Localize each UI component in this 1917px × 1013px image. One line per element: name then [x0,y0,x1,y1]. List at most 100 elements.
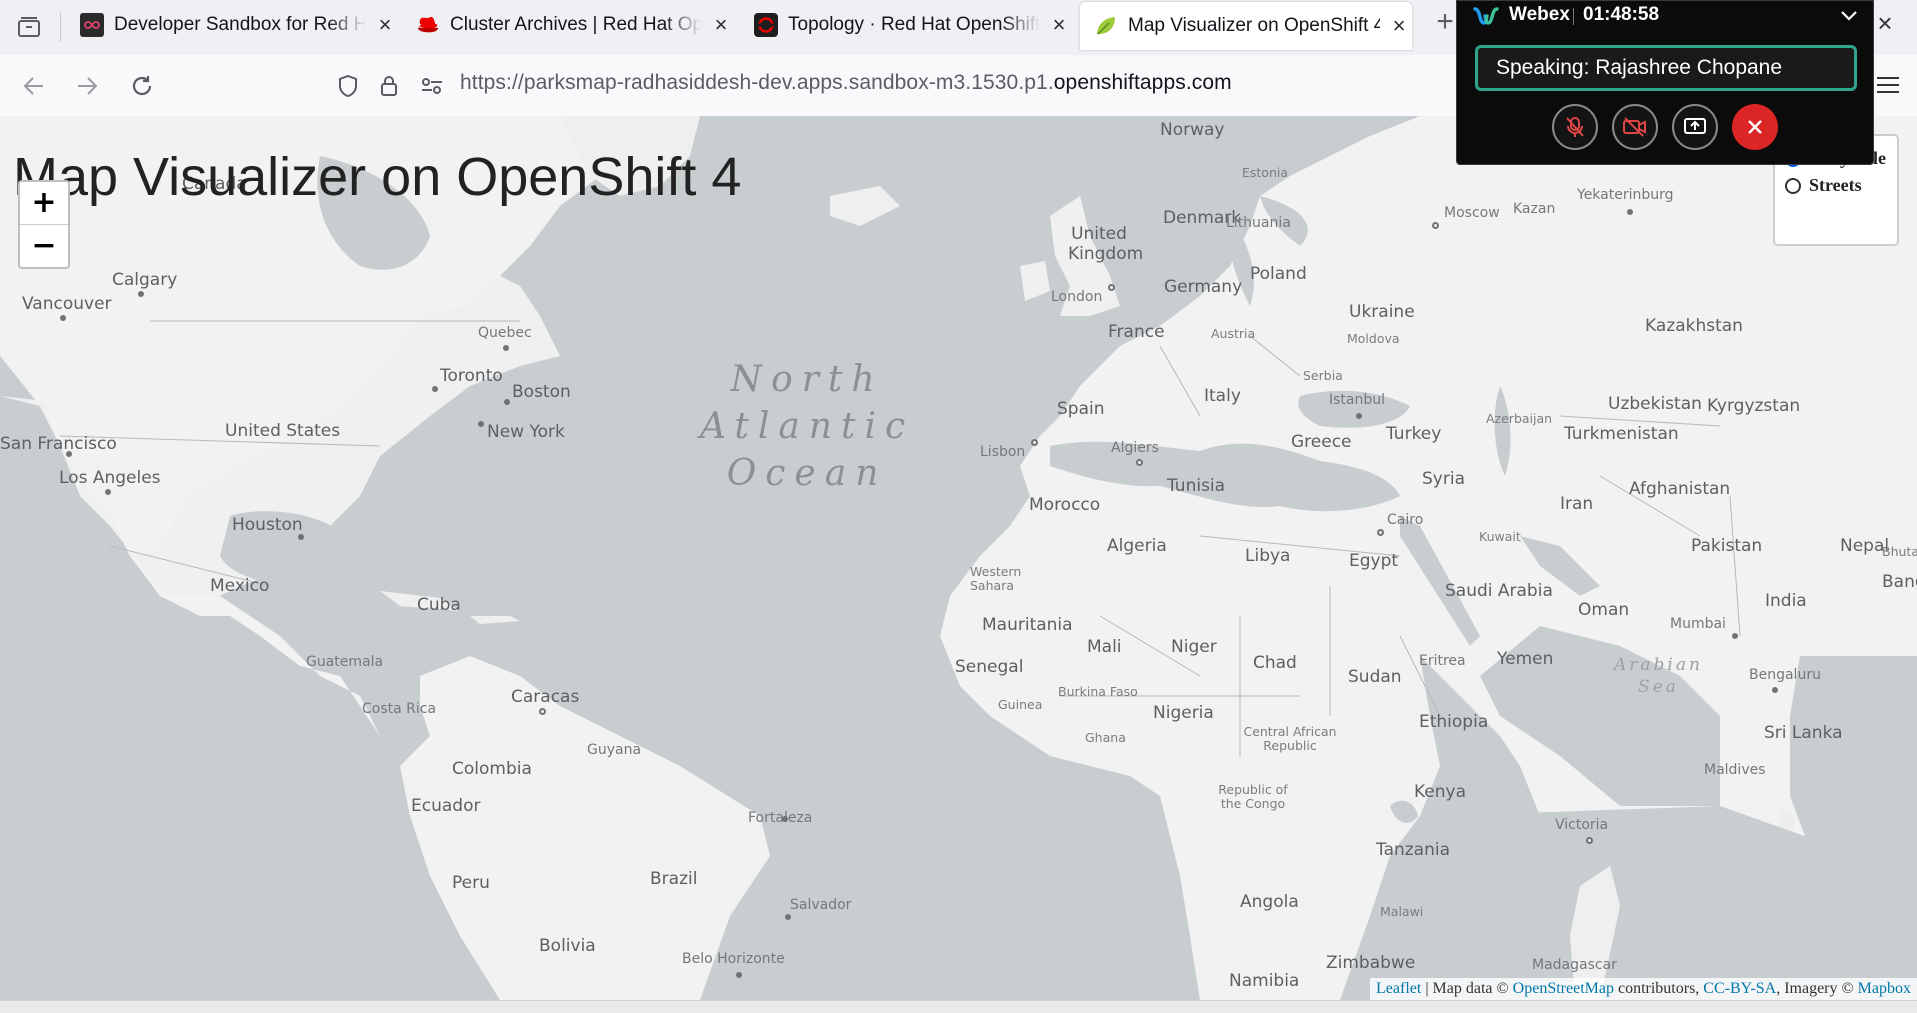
place-label: Yekaterinburg [1577,187,1674,203]
url-prefix: https://parksmap-radhasiddesh-dev.apps.s… [460,71,1054,94]
bottom-status-strip [0,1000,1917,1013]
place-label: Zimbabwe [1326,953,1416,973]
place-label: Moscow [1444,205,1500,221]
place-label: Ecuador [411,796,481,816]
url-bar[interactable]: https://parksmap-radhasiddesh-dev.apps.s… [460,71,1232,95]
capital-marker [1031,439,1038,446]
place-label: Bolivia [539,936,596,956]
tab-map-visualizer[interactable]: Map Visualizer on OpenShift 4 × [1080,2,1412,50]
city-marker [736,972,742,978]
tab-list-icon[interactable] [10,9,48,45]
webex-logo-icon [1473,7,1499,25]
close-icon[interactable]: × [374,12,396,37]
ocean-label-line: North [730,359,884,400]
city-marker [1356,413,1362,419]
close-icon[interactable]: × [1048,12,1070,37]
ocean-label-line: Ocean [726,453,888,494]
video-button[interactable] [1612,104,1658,150]
tab-separator [60,12,61,42]
map-attribution: Leaflet | Map data © OpenStreetMap contr… [1370,978,1917,1000]
call-timer: 01:48:58 [1583,4,1660,25]
capital-marker [539,708,546,715]
sea-label: Arabian Sea [1614,654,1703,698]
place-label: Norway [1160,120,1225,140]
chevron-down-icon[interactable] [1839,7,1859,25]
place-label: Quebec [478,325,532,341]
place-label: Kazan [1513,201,1556,217]
tab-cluster-archives[interactable]: Cluster Archives | Red Hat OpenShift × [402,0,734,50]
capital-marker [1586,837,1593,844]
place-label: Boston [512,382,571,402]
place-label: Lithuania [1226,215,1291,231]
place-label: Pakistan [1691,536,1763,556]
place-label: Bengaluru [1749,667,1821,683]
webex-call-widget[interactable]: Webex 01:48:58 Speaking: Rajashree Chopa… [1456,0,1874,165]
place-label: Afghanistan [1629,479,1731,499]
site-permissions-icon[interactable] [418,72,446,100]
place-label: Algeria [1107,536,1167,556]
tab-title: Developer Sandbox for Red Hat OpenShift [114,14,366,35]
hamburger-menu-icon[interactable] [1870,67,1906,103]
place-label: Senegal [955,657,1024,677]
place-label: Victoria [1555,817,1609,833]
tracking-shield-icon[interactable] [334,72,362,100]
place-label: Belo Horizonte [682,951,785,967]
lock-icon[interactable] [375,72,403,100]
leaflet-link[interactable]: Leaflet [1376,980,1421,997]
place-label: Caracas [511,687,580,707]
place-label: United Kingdom [1068,224,1143,264]
end-call-button[interactable] [1732,104,1778,150]
place-label: Azerbaijan [1486,411,1553,426]
close-icon[interactable]: × [1388,13,1410,38]
place-label: Yemen [1497,649,1554,669]
place-label: Spain [1057,399,1105,419]
place-label: Los Angeles [59,468,161,488]
place-label: Kuwait [1479,529,1521,544]
city-marker [478,421,484,427]
openstreetmap-link[interactable]: OpenStreetMap [1513,980,1614,997]
tab-title: Cluster Archives | Red Hat OpenShift [450,14,702,35]
place-label: Burkina Faso [1058,684,1138,699]
cc-by-sa-link[interactable]: CC-BY-SA [1703,980,1776,997]
active-speaker: Speaking: Rajashree Chopane [1475,45,1857,91]
radio-unselected[interactable] [1785,177,1801,194]
share-screen-button[interactable] [1672,104,1718,150]
map-container[interactable]: North Atlantic Ocean Arabian Sea Canada … [0,116,1917,1000]
city-marker [1772,687,1778,693]
place-label: Guinea [998,697,1043,712]
layer-option-streets[interactable]: Streets [1785,175,1862,196]
close-icon [1748,120,1762,134]
share-screen-icon [1684,118,1706,134]
place-label: Brazil [650,869,698,889]
place-label: Estonia [1242,165,1289,180]
forward-arrow-icon[interactable] [69,68,105,104]
map-basemap [0,116,1917,1000]
place-label-text: Central African Republic [1243,724,1337,753]
place-label: Syria [1422,469,1465,489]
mapbox-link[interactable]: Mapbox [1858,980,1911,997]
place-label: Guyana [587,742,642,758]
place-label: Sudan [1348,667,1402,687]
close-icon[interactable]: × [710,12,732,37]
attribution-text: contributors, [1613,980,1704,997]
city-marker [1732,633,1738,639]
place-label: Chad [1253,653,1297,673]
zoom-in-button[interactable]: + [20,182,68,224]
tab-developer-sandbox[interactable]: Developer Sandbox for Red Hat OpenShift … [66,0,398,50]
mute-button[interactable] [1552,104,1598,150]
tab-topology[interactable]: Topology · Red Hat OpenShift Dedicated × [740,0,1072,50]
place-label: Saudi Arabia [1445,581,1553,601]
place-label: Egypt [1349,551,1399,571]
place-label: Costa Rica [362,701,437,717]
place-label: Angola [1240,892,1299,912]
back-arrow-icon[interactable] [16,68,52,104]
city-marker [432,386,438,392]
place-label: Libya [1245,546,1291,566]
place-label: Italy [1204,386,1241,406]
place-label: Mexico [210,576,270,596]
place-label: Tanzania [1376,840,1451,860]
zoom-out-button[interactable]: − [20,224,68,267]
place-label: Toronto [440,366,503,386]
reload-icon[interactable] [124,68,160,104]
place-label: Ghana [1085,730,1126,745]
